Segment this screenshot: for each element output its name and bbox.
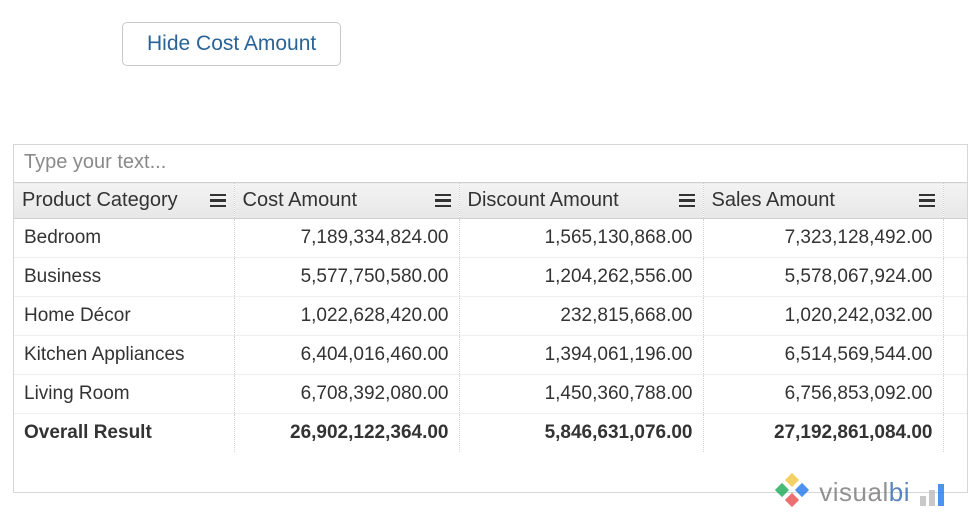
cell-sales: 6,756,853,092.00 <box>703 375 943 414</box>
col-header-label: Product Category <box>22 189 178 211</box>
cell-sales: 5,578,067,924.00 <box>703 258 943 297</box>
table-row: Business 5,577,750,580.00 1,204,262,556.… <box>14 258 967 297</box>
cell-discount: 1,204,262,556.00 <box>459 258 703 297</box>
cell-sales: 6,514,569,544.00 <box>703 336 943 375</box>
col-header-label: Cost Amount <box>243 189 358 211</box>
cell-discount: 1,565,130,868.00 <box>459 219 703 258</box>
cell-category: Living Room <box>14 375 234 414</box>
cell-cost: 7,189,334,824.00 <box>234 219 459 258</box>
cell-total-cost: 26,902,122,364.00 <box>234 414 459 453</box>
cell-discount: 1,450,360,788.00 <box>459 375 703 414</box>
cell-spacer <box>943 414 967 453</box>
cell-spacer <box>943 336 967 375</box>
table-row: Bedroom 7,189,334,824.00 1,565,130,868.0… <box>14 219 967 258</box>
col-header-sales-amount[interactable]: Sales Amount <box>703 183 943 219</box>
cell-total-sales: 27,192,861,084.00 <box>703 414 943 453</box>
cell-category: Home Décor <box>14 297 234 336</box>
cell-discount: 1,394,061,196.00 <box>459 336 703 375</box>
cell-spacer <box>943 375 967 414</box>
cell-total-discount: 5,846,631,076.00 <box>459 414 703 453</box>
cell-spacer <box>943 219 967 258</box>
column-menu-icon[interactable] <box>919 194 935 208</box>
col-header-discount-amount[interactable]: Discount Amount <box>459 183 703 219</box>
cell-discount: 232,815,668.00 <box>459 297 703 336</box>
hide-cost-amount-button[interactable]: Hide Cost Amount <box>122 22 341 66</box>
data-table-container: Product Category Cost Amount Discount Am… <box>13 144 968 493</box>
table-row: Home Décor 1,022,628,420.00 232,815,668.… <box>14 297 967 336</box>
cell-spacer <box>943 258 967 297</box>
cell-category: Business <box>14 258 234 297</box>
table-row: Kitchen Appliances 6,404,016,460.00 1,39… <box>14 336 967 375</box>
table-blank-row <box>14 452 967 492</box>
cell-sales: 1,020,242,032.00 <box>703 297 943 336</box>
cell-sales: 7,323,128,492.00 <box>703 219 943 258</box>
col-header-product-category[interactable]: Product Category <box>14 183 234 219</box>
product-category-table: Product Category Cost Amount Discount Am… <box>14 182 967 492</box>
cell-cost: 6,708,392,080.00 <box>234 375 459 414</box>
cell-total-label: Overall Result <box>14 414 234 453</box>
search-input[interactable] <box>14 145 967 182</box>
col-header-label: Sales Amount <box>712 189 835 211</box>
table-total-row: Overall Result 26,902,122,364.00 5,846,6… <box>14 414 967 453</box>
column-menu-icon[interactable] <box>435 194 451 208</box>
col-header-spacer <box>943 183 967 219</box>
cell-cost: 1,022,628,420.00 <box>234 297 459 336</box>
table-row: Living Room 6,708,392,080.00 1,450,360,7… <box>14 375 967 414</box>
cell-cost: 6,404,016,460.00 <box>234 336 459 375</box>
cell-spacer <box>943 297 967 336</box>
col-header-cost-amount[interactable]: Cost Amount <box>234 183 459 219</box>
column-menu-icon[interactable] <box>210 194 226 208</box>
column-menu-icon[interactable] <box>679 194 695 208</box>
cell-category: Kitchen Appliances <box>14 336 234 375</box>
table-header-row: Product Category Cost Amount Discount Am… <box>14 183 967 219</box>
cell-cost: 5,577,750,580.00 <box>234 258 459 297</box>
cell-category: Bedroom <box>14 219 234 258</box>
col-header-label: Discount Amount <box>468 189 619 211</box>
